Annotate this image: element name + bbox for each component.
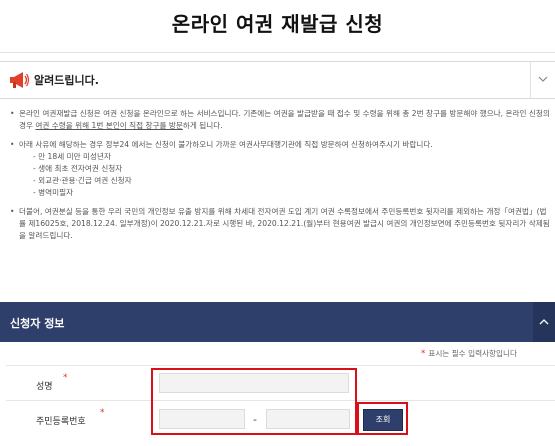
- required-star-icon: *: [100, 408, 105, 418]
- section-title: 신청자 정보: [10, 317, 65, 330]
- name-label-text: 성명: [36, 382, 53, 392]
- list-item: - 생애 최초 전자여권 신청자: [33, 164, 123, 173]
- notice-paragraph: • 온라인 여권재발급 신청은 여권 신청을 온라인으로 하는 서비스입니다. …: [10, 108, 552, 132]
- notice-underlined-text: 여권 수령을 위해 1번 본인이 직접 창구를 방문: [35, 121, 183, 130]
- highlight-frame: [357, 402, 408, 435]
- list-item: - 만 18세 미만 미성년자: [33, 152, 111, 161]
- rrn-label: 주민등록번호 *: [36, 408, 105, 427]
- notice-text: 더불어, 여권분실 등을 통한 우리 국민의 개인정보 유출 방지를 위해 차세…: [19, 207, 550, 240]
- megaphone-icon: [8, 70, 30, 90]
- highlight-frame: [151, 368, 357, 435]
- title-divider: [0, 52, 555, 53]
- form-divider: [6, 365, 555, 366]
- page-title: 온라인 여권 재발급 신청: [171, 12, 384, 36]
- required-note-text: 표시는 필수 입력사항입니다: [428, 349, 517, 358]
- notice-text: 아래 사유에 해당하는 경우 정부24 에서는 신청이 불가하오니 가까운 여권…: [19, 140, 433, 149]
- notice-title: 알려드립니다.: [34, 74, 99, 87]
- list-item: - 병역미필자: [33, 188, 74, 197]
- notice-paragraph: • 아래 사유에 해당하는 경우 정부24 에서는 신청이 불가하오니 가까운 …: [10, 139, 552, 199]
- list-item: - 외교관·관용·긴급 여권 신청자: [33, 176, 132, 185]
- chevron-down-icon[interactable]: [530, 62, 555, 98]
- notice-text: 하게 됩니다.: [182, 121, 223, 130]
- rrn-label-text: 주민등록번호: [36, 417, 86, 427]
- notice-paragraph: • 더불어, 여권분실 등을 통한 우리 국민의 개인정보 유출 방지를 위해 …: [10, 206, 552, 242]
- bullet: •: [10, 109, 15, 118]
- required-star-icon: *: [63, 373, 68, 383]
- name-label: 성명 *: [36, 373, 68, 392]
- bullet: •: [10, 140, 15, 149]
- chevron-up-icon[interactable]: [533, 302, 555, 342]
- notice-body: • 온라인 여권재발급 신청은 여권 신청을 온라인으로 하는 서비스입니다. …: [10, 108, 552, 249]
- notice-header[interactable]: 알려드립니다.: [0, 61, 555, 99]
- required-star-icon: *: [420, 349, 426, 359]
- bullet: •: [10, 207, 15, 216]
- applicant-section-header[interactable]: 신청자 정보: [0, 302, 555, 342]
- required-note: * 표시는 필수 입력사항입니다: [421, 348, 517, 359]
